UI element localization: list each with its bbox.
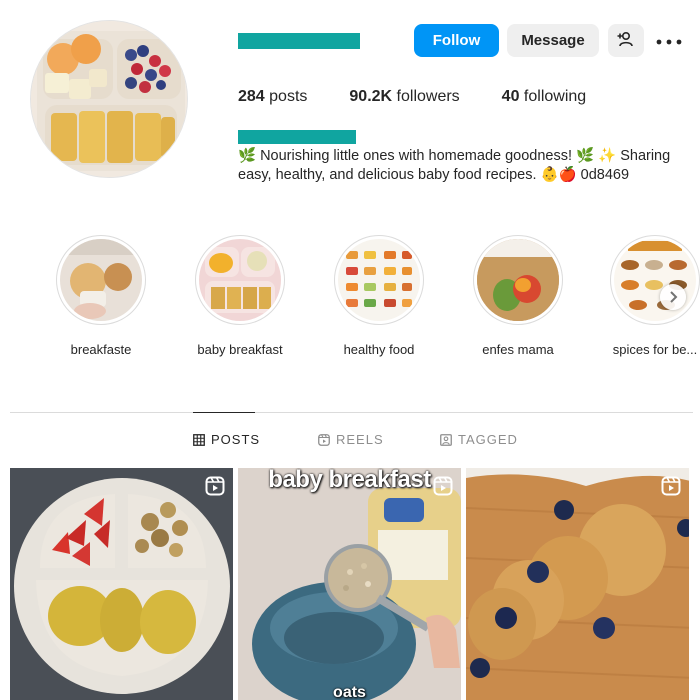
add-user-icon [617, 31, 633, 47]
tab-posts[interactable]: POSTS [193, 432, 260, 447]
message-button[interactable]: Message [507, 24, 599, 57]
post-tile[interactable] [466, 468, 689, 700]
posts-label: posts [264, 88, 308, 105]
highlight-ring [56, 235, 146, 325]
username-redacted [238, 33, 360, 49]
highlight-ring [334, 235, 424, 325]
highlight-breakfaste[interactable]: breakfaste [36, 235, 166, 357]
post-image [10, 468, 233, 700]
highlight-cover-image [199, 239, 281, 321]
post-image [466, 468, 689, 700]
suggest-user-button[interactable] [608, 24, 644, 57]
posts-stat: 284 posts [238, 88, 307, 106]
following-stat[interactable]: 40 following [502, 88, 587, 106]
tabs-divider [10, 412, 693, 413]
grid-icon [193, 433, 205, 446]
post-tile[interactable]: baby breakfast oats [238, 468, 461, 700]
highlight-ring [610, 235, 700, 325]
following-label: following [519, 88, 587, 105]
posts-count: 284 [238, 88, 265, 105]
highlight-cover-image [338, 239, 420, 321]
full-name-redacted [238, 130, 356, 144]
highlight-healthy-food[interactable]: healthy food [314, 235, 444, 357]
posts-grid: baby breakfast oats [10, 468, 694, 700]
avatar-image [31, 21, 187, 177]
reels-icon [318, 433, 330, 446]
followers-label: followers [392, 88, 460, 105]
bio-text: 🌿 Nourishing little ones with homemade g… [238, 148, 671, 183]
highlight-label: enfes mama [482, 342, 554, 357]
highlight-label: baby breakfast [197, 342, 283, 357]
tagged-icon [440, 433, 452, 446]
tab-label: TAGGED [458, 432, 518, 447]
highlight-ring [473, 235, 563, 325]
tab-label: REELS [336, 432, 384, 447]
highlight-baby-breakfast[interactable]: baby breakfast [175, 235, 305, 357]
reels-icon [205, 476, 225, 496]
profile-avatar[interactable] [30, 20, 188, 178]
post-caption: baby breakfast [268, 468, 431, 493]
followers-count: 90.2K [349, 88, 393, 105]
following-count: 40 [501, 88, 520, 105]
profile-tabs: POSTS REELS TAGGED [0, 432, 700, 452]
highlight-cover-image [614, 239, 696, 321]
highlight-label: spices for be... [612, 342, 698, 357]
highlight-cover-image [60, 239, 142, 321]
profile-stats: 284 posts 90.2K followers 40 following [238, 88, 628, 106]
post-image [238, 468, 461, 700]
story-highlights: breakfaste baby breakfast healthy food e… [0, 235, 700, 365]
highlight-cover-image [477, 239, 559, 321]
tab-reels[interactable]: REELS [318, 432, 384, 447]
reels-icon [661, 476, 681, 496]
highlight-ring [195, 235, 285, 325]
highlights-next-button[interactable] [660, 284, 686, 310]
followers-stat[interactable]: 90.2K followers [349, 88, 459, 106]
more-options-button[interactable] [654, 28, 684, 53]
active-tab-indicator [193, 412, 255, 413]
follow-button[interactable]: Follow [414, 24, 499, 57]
chevron-right-icon [670, 291, 678, 303]
highlight-enfes-mama[interactable]: enfes mama [453, 235, 583, 357]
highlight-label: healthy food [343, 342, 415, 357]
tab-tagged[interactable]: TAGGED [440, 432, 518, 447]
highlight-label: breakfaste [70, 342, 132, 357]
post-tile[interactable] [10, 468, 233, 700]
more-dots-icon [656, 39, 682, 45]
reels-icon [433, 476, 453, 496]
tab-label: POSTS [211, 432, 261, 447]
post-bottom-caption: oats [333, 684, 366, 700]
